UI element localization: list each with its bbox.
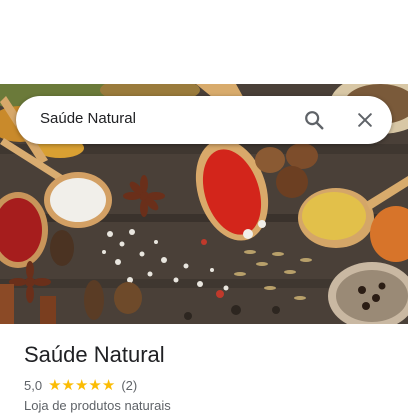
star-rating-icon: ★★★★★ — [48, 377, 116, 394]
place-title: Saúde Natural — [24, 342, 165, 367]
rating-row[interactable]: 5,0 ★★★★★ (2) — [24, 376, 137, 394]
place-category: Loja de produtos naturais — [24, 398, 171, 413]
review-count[interactable]: (2) — [121, 378, 137, 393]
search-bar[interactable]: Saúde Natural — [16, 96, 392, 144]
place-info-panel: Saúde Natural 5,0 ★★★★★ (2) Loja de prod… — [0, 324, 408, 413]
search-icon[interactable] — [298, 104, 330, 136]
close-icon[interactable] — [349, 104, 381, 136]
top-blank-area — [0, 0, 408, 84]
rating-value: 5,0 — [24, 377, 43, 393]
search-input[interactable]: Saúde Natural — [40, 110, 136, 127]
